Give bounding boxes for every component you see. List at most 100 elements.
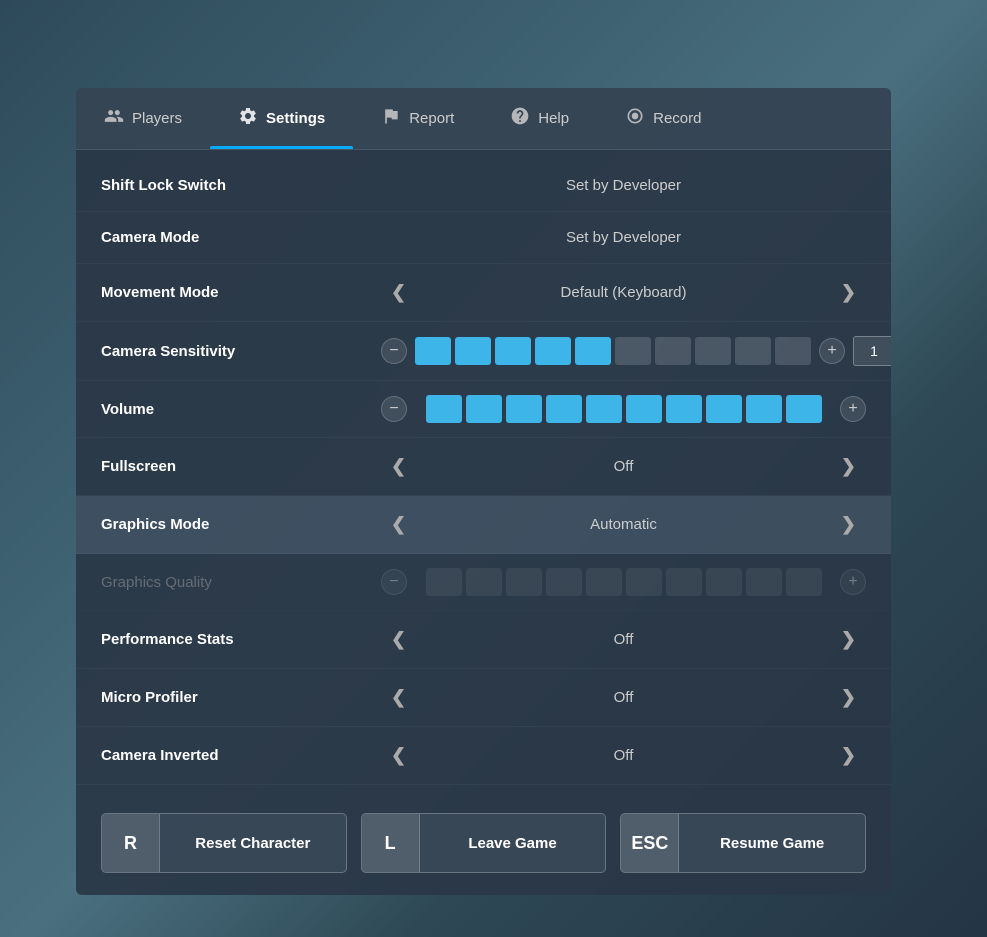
block-2 [455,337,491,365]
setting-camera-mode: Camera Mode Set by Developer [76,212,891,264]
camera-mode-value: Set by Developer [381,229,866,246]
performance-stats-value-area: ❮ Off ❯ [381,625,866,654]
camera-sensitivity-input[interactable] [853,336,891,366]
settings-body: Shift Lock Switch Set by Developer Camer… [76,150,891,795]
tab-players[interactable]: Players [76,88,210,149]
tab-record[interactable]: Record [597,88,729,149]
shift-lock-value: Set by Developer [381,177,866,194]
vol-block-2 [466,395,502,423]
performance-stats-prev[interactable]: ❮ [381,625,416,654]
movement-mode-prev[interactable]: ❮ [381,278,416,307]
tab-record-label: Record [653,110,701,127]
block-8 [695,337,731,365]
leave-game-button[interactable]: L Leave Game [361,813,607,873]
volume-value-area: − + [381,395,866,423]
setting-camera-sensitivity: Camera Sensitivity − [76,322,891,381]
setting-fullscreen: Fullscreen ❮ Off ❯ [76,438,891,496]
vol-block-6 [626,395,662,423]
graphics-mode-value: Automatic [416,516,831,533]
setting-performance-stats: Performance Stats ❮ Off ❯ [76,611,891,669]
block-9 [735,337,771,365]
tab-settings-label: Settings [266,110,325,127]
block-5 [575,337,611,365]
tab-report[interactable]: Report [353,88,482,149]
performance-stats-label: Performance Stats [101,631,381,648]
camera-mode-label: Camera Mode [101,229,381,246]
vol-block-10 [786,395,822,423]
settings-icon [238,106,258,131]
movement-mode-value-area: ❮ Default (Keyboard) ❯ [381,278,866,307]
fullscreen-control: ❮ Off ❯ [381,452,866,481]
fullscreen-next[interactable]: ❯ [831,452,866,481]
camera-sensitivity-slider: − + [381,336,891,366]
graphics-quality-plus: + [840,569,866,595]
setting-camera-inverted: Camera Inverted ❮ Off ❯ [76,727,891,785]
camera-sensitivity-minus[interactable]: − [381,338,407,364]
tab-settings[interactable]: Settings [210,88,353,149]
tab-players-label: Players [132,110,182,127]
volume-label: Volume [101,401,381,418]
setting-micro-profiler: Micro Profiler ❮ Off ❯ [76,669,891,727]
vol-block-9 [746,395,782,423]
graphics-mode-prev[interactable]: ❮ [381,510,416,539]
shift-lock-value-area: Set by Developer [381,177,866,194]
camera-inverted-label: Camera Inverted [101,747,381,764]
vol-block-5 [586,395,622,423]
vol-block-4 [546,395,582,423]
micro-profiler-value-area: ❮ Off ❯ [381,683,866,712]
movement-mode-next[interactable]: ❯ [831,278,866,307]
reset-character-button[interactable]: R Reset Character [101,813,347,873]
block-3 [495,337,531,365]
performance-stats-value: Off [416,631,831,648]
performance-stats-next[interactable]: ❯ [831,625,866,654]
resume-game-key: ESC [621,814,679,872]
micro-profiler-prev[interactable]: ❮ [381,683,416,712]
graphics-quality-slider: − + [381,568,866,596]
fullscreen-prev[interactable]: ❮ [381,452,416,481]
block-10 [775,337,811,365]
volume-plus[interactable]: + [840,396,866,422]
fullscreen-value: Off [416,458,831,475]
players-icon [104,106,124,131]
graphics-mode-value-area: ❮ Automatic ❯ [381,510,866,539]
vol-block-1 [426,395,462,423]
reset-character-key: R [102,814,160,872]
settings-panel: Players Settings Report [76,88,891,895]
tab-report-label: Report [409,110,454,127]
help-icon [510,106,530,131]
reset-character-label: Reset Character [160,835,346,852]
block-4 [535,337,571,365]
setting-graphics-quality: Graphics Quality − [76,554,891,611]
shift-lock-label: Shift Lock Switch [101,177,381,194]
graphics-mode-next[interactable]: ❯ [831,510,866,539]
volume-minus[interactable]: − [381,396,407,422]
volume-blocks [415,395,832,423]
leave-game-key: L [362,814,420,872]
block-7 [655,337,691,365]
performance-stats-control: ❮ Off ❯ [381,625,866,654]
tab-help[interactable]: Help [482,88,597,149]
bottom-buttons: R Reset Character L Leave Game ESC Resum… [76,795,891,895]
camera-inverted-prev[interactable]: ❮ [381,741,416,770]
micro-profiler-label: Micro Profiler [101,689,381,706]
resume-game-button[interactable]: ESC Resume Game [620,813,866,873]
setting-shift-lock-switch: Shift Lock Switch Set by Developer [76,160,891,212]
camera-sensitivity-plus[interactable]: + [819,338,845,364]
graphics-quality-blocks [415,568,832,596]
tab-bar: Players Settings Report [76,88,891,150]
record-icon [625,106,645,131]
setting-volume: Volume − + [76,381,891,438]
vol-block-3 [506,395,542,423]
graphics-quality-value-area: − + [381,568,866,596]
camera-inverted-next[interactable]: ❯ [831,741,866,770]
report-icon [381,106,401,131]
fullscreen-value-area: ❮ Off ❯ [381,452,866,481]
tab-help-label: Help [538,110,569,127]
micro-profiler-next[interactable]: ❯ [831,683,866,712]
movement-mode-label: Movement Mode [101,284,381,301]
block-6 [615,337,651,365]
camera-sensitivity-label: Camera Sensitivity [101,343,381,360]
movement-mode-control: ❮ Default (Keyboard) ❯ [381,278,866,307]
graphics-mode-control: ❮ Automatic ❯ [381,510,866,539]
micro-profiler-value: Off [416,689,831,706]
